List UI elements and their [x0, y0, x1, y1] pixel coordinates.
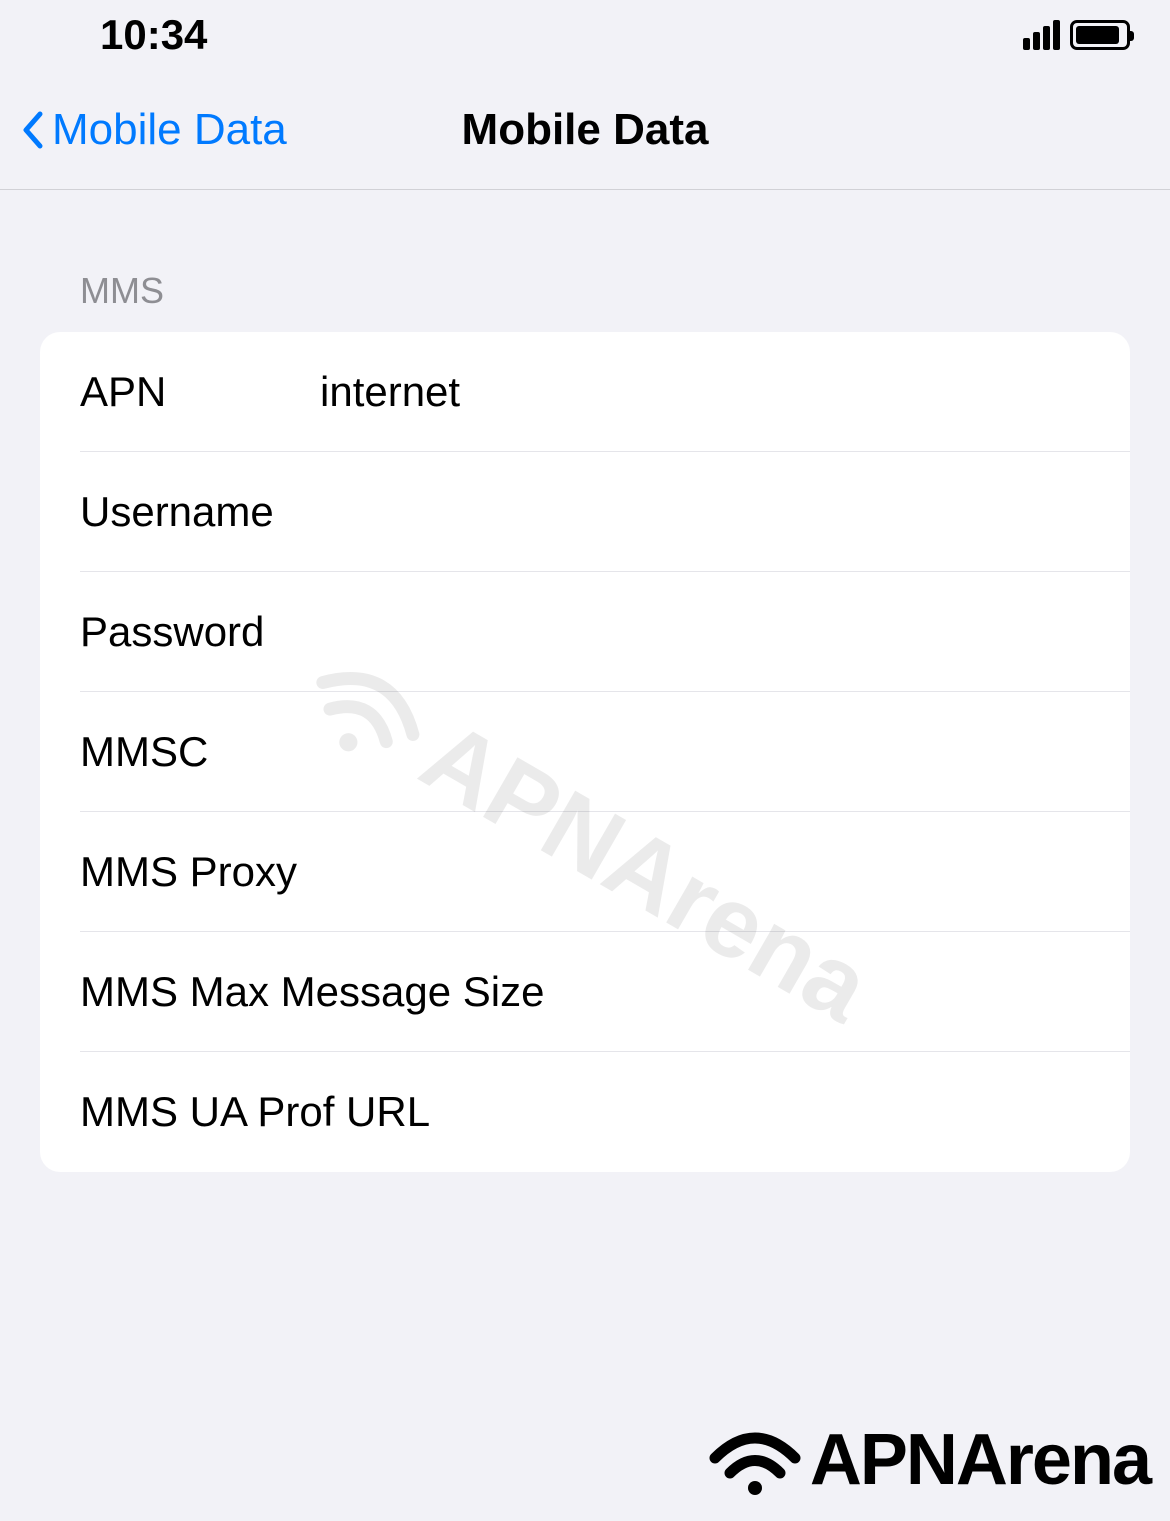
password-input[interactable]	[320, 598, 1130, 666]
mmsc-input[interactable]	[320, 718, 1130, 786]
mms-proxy-input[interactable]	[320, 838, 1130, 906]
mmsc-row[interactable]: MMSC	[40, 692, 1130, 812]
mms-ua-prof-input[interactable]	[430, 1078, 1130, 1146]
signal-icon	[1023, 20, 1060, 50]
mms-max-size-label: MMS Max Message Size	[80, 968, 544, 1016]
nav-bar: Mobile Data Mobile Data	[0, 70, 1170, 190]
username-row[interactable]: Username	[40, 452, 1130, 572]
footer-logo: APNArena	[705, 1419, 1150, 1501]
status-time: 10:34	[100, 11, 207, 59]
apn-input[interactable]	[320, 358, 1130, 426]
settings-group: APN Username Password MMSC MMS Proxy MMS…	[40, 332, 1130, 1172]
footer-text: APNArena	[810, 1419, 1150, 1501]
page-title: Mobile Data	[462, 105, 709, 155]
status-bar: 10:34	[0, 0, 1170, 70]
mms-max-size-row[interactable]: MMS Max Message Size	[40, 932, 1130, 1052]
password-label: Password	[80, 608, 320, 656]
mmsc-label: MMSC	[80, 728, 320, 776]
mms-proxy-label: MMS Proxy	[80, 848, 320, 896]
section-header: MMS	[40, 270, 1130, 312]
mms-proxy-row[interactable]: MMS Proxy	[40, 812, 1130, 932]
status-icons	[1023, 20, 1130, 50]
mms-max-size-input[interactable]	[544, 958, 1130, 1026]
password-row[interactable]: Password	[40, 572, 1130, 692]
battery-icon	[1070, 20, 1130, 50]
mms-ua-prof-row[interactable]: MMS UA Prof URL	[40, 1052, 1130, 1172]
username-label: Username	[80, 488, 320, 536]
apn-label: APN	[80, 368, 320, 416]
content-area: MMS APN Username Password MMSC MMS Proxy…	[0, 190, 1170, 1172]
wifi-icon	[705, 1423, 805, 1498]
mms-ua-prof-label: MMS UA Prof URL	[80, 1088, 430, 1136]
chevron-left-icon	[20, 110, 44, 150]
apn-row[interactable]: APN	[40, 332, 1130, 452]
back-button[interactable]: Mobile Data	[0, 105, 287, 155]
back-label: Mobile Data	[52, 105, 287, 155]
username-input[interactable]	[320, 478, 1130, 546]
